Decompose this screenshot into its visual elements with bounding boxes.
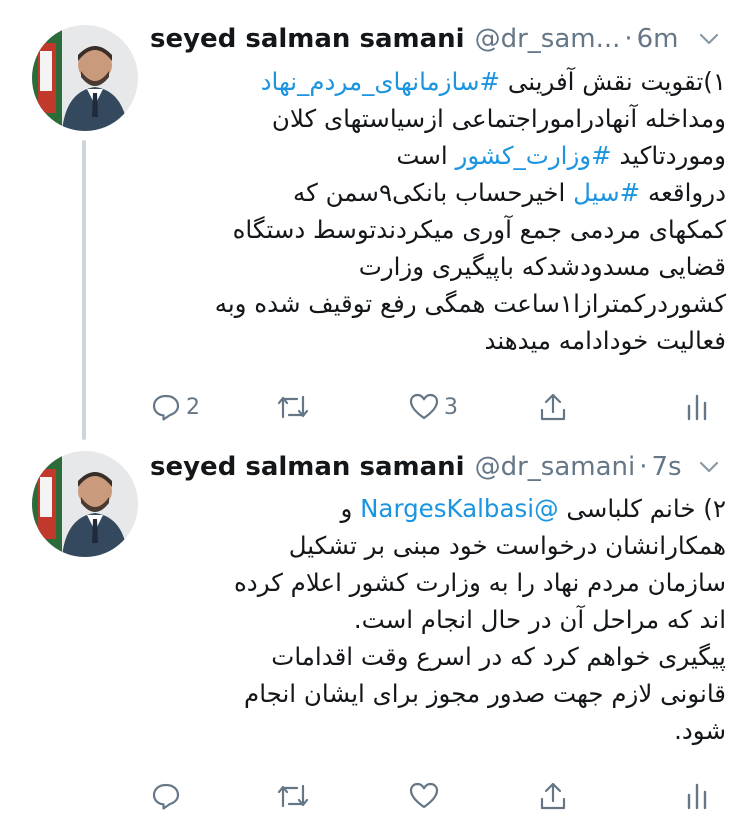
like-count: 3 <box>444 394 458 420</box>
text-segment: درواقعه <box>640 178 726 207</box>
tweet-text-line: ۲) خانم کلباسی @NargesKalbasi و <box>150 490 726 527</box>
analytics-icon <box>685 391 709 423</box>
tweet-text-line: پیگیری خواهم کرد که در اسرع وقت اقدامات <box>150 638 726 675</box>
tweet-text-line: کمکهای مردمی جمع آوری میکردندتوسط دستگاه <box>150 211 726 248</box>
text-segment: کمکهای مردمی جمع آوری میکردندتوسط دستگاه <box>232 215 726 244</box>
share-button[interactable] <box>537 774 569 818</box>
tweet-actions: 2 3 <box>150 385 725 429</box>
chevron-down-icon[interactable] <box>694 452 724 482</box>
tweet-actions <box>150 774 725 818</box>
text-segment: کشوردرکمترازا۱ساعت همگی رفع توقیف شده وب… <box>214 289 726 318</box>
text-segment: ۱)تقویت نقش آفرینی <box>500 67 726 96</box>
reply-count: 2 <box>186 394 200 420</box>
retweet-button[interactable] <box>275 774 315 818</box>
retweet-button[interactable] <box>275 385 315 429</box>
avatar[interactable] <box>32 25 138 131</box>
author-handle[interactable]: @dr_samani <box>475 452 636 482</box>
chevron-down-icon[interactable] <box>694 24 724 54</box>
reply-button[interactable] <box>150 774 186 818</box>
retweet-icon <box>275 391 311 423</box>
reply-icon <box>150 780 182 812</box>
tweet-text: ۱)تقویت نقش آفرینی #سازمانهای_مردم_نهاد و… <box>150 63 726 359</box>
retweet-icon <box>275 780 311 812</box>
text-segment: قانونی لازم جهت صدور مجوز برای ایشان انج… <box>244 679 726 708</box>
analytics-button[interactable] <box>685 774 709 818</box>
hashtag-link[interactable]: #سازمانهای_مردم_نهاد <box>261 67 500 96</box>
text-segment: اند که مراحل آن در حال انجام است. <box>353 605 726 634</box>
tweet-text-line: درواقعه #سیل اخیرحساب بانکی۹سمن که <box>150 174 726 211</box>
tweet-text-line: ۱)تقویت نقش آفرینی #سازمانهای_مردم_نهاد <box>150 63 726 100</box>
reply-icon <box>150 391 182 423</box>
avatar[interactable] <box>32 451 138 557</box>
text-segment: و <box>340 494 361 523</box>
separator-dot: · <box>624 24 633 54</box>
text-segment: فعالیت خودادامه میدهند <box>484 326 726 355</box>
tweet-text-line: فعالیت خودادامه میدهند <box>150 322 726 359</box>
like-button[interactable] <box>408 774 444 818</box>
text-segment: قضایی مسدودشدکه باپیگیری وزارت <box>358 252 726 281</box>
reply-button[interactable]: 2 <box>150 385 200 429</box>
tweet-header: seyed salman samani @dr_sam... · 6m <box>150 20 726 58</box>
text-segment: همکارانشان درخواست خود مبنی بر تشکیل <box>288 531 726 560</box>
hashtag-link[interactable]: #وزارت_کشور <box>456 141 612 170</box>
tweet-text-line: اند که مراحل آن در حال انجام است. <box>150 601 726 638</box>
tweet-text-line: شود. <box>150 712 726 749</box>
mention-link[interactable]: @NargesKalbasi <box>360 494 558 523</box>
text-segment: وموردتاکید <box>611 141 726 170</box>
share-button[interactable] <box>537 385 569 429</box>
hashtag-link[interactable]: #سیل <box>573 178 640 207</box>
text-segment: سازمان مردم نهاد را به وزارت کشور اعلام … <box>233 568 726 597</box>
timestamp[interactable]: 6m <box>637 24 679 54</box>
text-segment: ۲) خانم کلباسی <box>558 494 726 523</box>
text-segment: است <box>396 141 456 170</box>
thread-connector-line <box>82 140 86 440</box>
like-icon <box>408 391 440 423</box>
text-segment: ومداخله آنهادراموراجتماعی ازسیاستهای کلا… <box>271 104 726 133</box>
text-segment: اخیرحساب بانکی۹سمن که <box>293 178 574 207</box>
like-button[interactable]: 3 <box>408 385 458 429</box>
tweet-text-line: همکارانشان درخواست خود مبنی بر تشکیل <box>150 527 726 564</box>
tweet-text-line: وموردتاکید #وزارت_کشور است <box>150 137 726 174</box>
tweet-text-line: قانونی لازم جهت صدور مجوز برای ایشان انج… <box>150 675 726 712</box>
author-name[interactable]: seyed salman samani <box>150 24 465 54</box>
share-icon <box>537 780 569 812</box>
text-segment: پیگیری خواهم کرد که در اسرع وقت اقدامات <box>271 642 726 671</box>
author-handle[interactable]: @dr_sam... <box>475 24 621 54</box>
tweet-text-line: ومداخله آنهادراموراجتماعی ازسیاستهای کلا… <box>150 100 726 137</box>
text-segment: شود. <box>674 716 726 745</box>
like-icon <box>408 780 440 812</box>
tweet-text-line: کشوردرکمترازا۱ساعت همگی رفع توقیف شده وب… <box>150 285 726 322</box>
share-icon <box>537 391 569 423</box>
separator-dot: · <box>639 452 648 482</box>
tweet-text-line: قضایی مسدودشدکه باپیگیری وزارت <box>150 248 726 285</box>
tweet-header: seyed salman samani @dr_samani · 7s <box>150 448 726 486</box>
tweet-text: ۲) خانم کلباسی @NargesKalbasi و همکارانشا… <box>150 490 726 749</box>
tweet-text-line: سازمان مردم نهاد را به وزارت کشور اعلام … <box>150 564 726 601</box>
analytics-button[interactable] <box>685 385 709 429</box>
analytics-icon <box>685 780 709 812</box>
timestamp[interactable]: 7s <box>651 452 681 482</box>
author-name[interactable]: seyed salman samani <box>150 452 465 482</box>
